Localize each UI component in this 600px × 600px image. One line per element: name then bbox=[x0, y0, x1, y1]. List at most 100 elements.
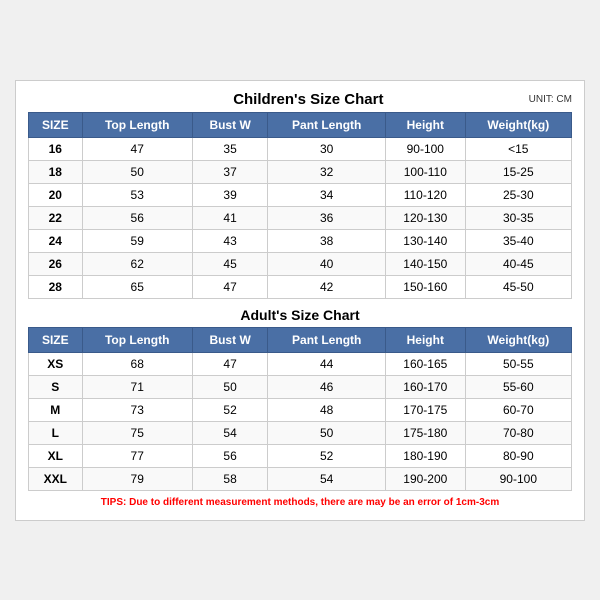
adult-col-size: SIZE bbox=[29, 327, 83, 352]
col-weight: Weight(kg) bbox=[465, 112, 571, 137]
table-cell: 54 bbox=[192, 421, 268, 444]
table-cell: 48 bbox=[268, 398, 386, 421]
table-cell: L bbox=[29, 421, 83, 444]
adult-col-top-length: Top Length bbox=[82, 327, 192, 352]
table-cell: XS bbox=[29, 352, 83, 375]
table-cell: 39 bbox=[192, 183, 268, 206]
col-pant-length: Pant Length bbox=[268, 112, 386, 137]
table-cell: 190-200 bbox=[385, 467, 465, 490]
table-cell: 170-175 bbox=[385, 398, 465, 421]
table-cell: 180-190 bbox=[385, 444, 465, 467]
table-row: 26624540140-15040-45 bbox=[29, 252, 572, 275]
table-cell: 34 bbox=[268, 183, 386, 206]
table-cell: 150-160 bbox=[385, 275, 465, 298]
table-cell: 45-50 bbox=[465, 275, 571, 298]
table-cell: 110-120 bbox=[385, 183, 465, 206]
adult-header-row: SIZE Top Length Bust W Pant Length Heigh… bbox=[29, 327, 572, 352]
table-row: XL775652180-19080-90 bbox=[29, 444, 572, 467]
table-cell: 80-90 bbox=[465, 444, 571, 467]
table-cell: 52 bbox=[192, 398, 268, 421]
table-cell: 50 bbox=[192, 375, 268, 398]
table-cell: 24 bbox=[29, 229, 83, 252]
unit-label: UNIT: CM bbox=[529, 94, 572, 105]
table-cell: 75 bbox=[82, 421, 192, 444]
table-cell: 60-70 bbox=[465, 398, 571, 421]
table-cell: 22 bbox=[29, 206, 83, 229]
main-title-row: Children's Size Chart UNIT: CM bbox=[28, 91, 572, 108]
table-cell: <15 bbox=[465, 137, 571, 160]
table-cell: 58 bbox=[192, 467, 268, 490]
table-cell: XL bbox=[29, 444, 83, 467]
table-cell: 90-100 bbox=[465, 467, 571, 490]
children-chart-title: Children's Size Chart bbox=[88, 91, 529, 108]
col-top-length: Top Length bbox=[82, 112, 192, 137]
table-cell: 45 bbox=[192, 252, 268, 275]
col-bust-w: Bust W bbox=[192, 112, 268, 137]
tips-text: TIPS: Due to different measurement metho… bbox=[29, 490, 572, 510]
table-cell: 36 bbox=[268, 206, 386, 229]
table-cell: 130-140 bbox=[385, 229, 465, 252]
table-cell: 37 bbox=[192, 160, 268, 183]
adult-chart-title: Adult's Size Chart bbox=[29, 298, 572, 327]
tips-row: TIPS: Due to different measurement metho… bbox=[29, 490, 572, 510]
adult-col-bust-w: Bust W bbox=[192, 327, 268, 352]
table-cell: 47 bbox=[192, 352, 268, 375]
table-cell: 35 bbox=[192, 137, 268, 160]
table-cell: 16 bbox=[29, 137, 83, 160]
table-cell: 30-35 bbox=[465, 206, 571, 229]
table-cell: 77 bbox=[82, 444, 192, 467]
table-cell: 53 bbox=[82, 183, 192, 206]
table-cell: 38 bbox=[268, 229, 386, 252]
table-cell: 73 bbox=[82, 398, 192, 421]
table-cell: 175-180 bbox=[385, 421, 465, 444]
table-row: 18503732100-11015-25 bbox=[29, 160, 572, 183]
table-cell: 20 bbox=[29, 183, 83, 206]
table-row: 28654742150-16045-50 bbox=[29, 275, 572, 298]
table-cell: 18 bbox=[29, 160, 83, 183]
table-cell: 35-40 bbox=[465, 229, 571, 252]
table-cell: 65 bbox=[82, 275, 192, 298]
table-cell: 68 bbox=[82, 352, 192, 375]
table-cell: S bbox=[29, 375, 83, 398]
table-cell: 120-130 bbox=[385, 206, 465, 229]
table-cell: 140-150 bbox=[385, 252, 465, 275]
table-cell: 50-55 bbox=[465, 352, 571, 375]
table-row: 22564136120-13030-35 bbox=[29, 206, 572, 229]
table-cell: 47 bbox=[82, 137, 192, 160]
children-size-table: SIZE Top Length Bust W Pant Length Heigh… bbox=[28, 112, 572, 510]
table-cell: 46 bbox=[268, 375, 386, 398]
table-cell: 55-60 bbox=[465, 375, 571, 398]
table-cell: 47 bbox=[192, 275, 268, 298]
col-size: SIZE bbox=[29, 112, 83, 137]
table-cell: 30 bbox=[268, 137, 386, 160]
table-row: 20533934110-12025-30 bbox=[29, 183, 572, 206]
table-cell: 32 bbox=[268, 160, 386, 183]
table-row: XXL795854190-20090-100 bbox=[29, 467, 572, 490]
table-cell: 52 bbox=[268, 444, 386, 467]
table-cell: 160-165 bbox=[385, 352, 465, 375]
table-cell: 25-30 bbox=[465, 183, 571, 206]
table-cell: 50 bbox=[268, 421, 386, 444]
table-cell: 71 bbox=[82, 375, 192, 398]
table-cell: 56 bbox=[82, 206, 192, 229]
table-cell: 160-170 bbox=[385, 375, 465, 398]
adult-col-weight: Weight(kg) bbox=[465, 327, 571, 352]
table-cell: 62 bbox=[82, 252, 192, 275]
table-header-row: SIZE Top Length Bust W Pant Length Heigh… bbox=[29, 112, 572, 137]
table-cell: 43 bbox=[192, 229, 268, 252]
table-cell: 40 bbox=[268, 252, 386, 275]
table-cell: 26 bbox=[29, 252, 83, 275]
table-row: 1647353090-100<15 bbox=[29, 137, 572, 160]
table-cell: 90-100 bbox=[385, 137, 465, 160]
table-row: XS684744160-16550-55 bbox=[29, 352, 572, 375]
table-cell: 56 bbox=[192, 444, 268, 467]
table-row: L755450175-18070-80 bbox=[29, 421, 572, 444]
adult-title-row: Adult's Size Chart bbox=[29, 298, 572, 327]
table-cell: 100-110 bbox=[385, 160, 465, 183]
table-row: S715046160-17055-60 bbox=[29, 375, 572, 398]
table-cell: XXL bbox=[29, 467, 83, 490]
table-cell: 40-45 bbox=[465, 252, 571, 275]
table-cell: 54 bbox=[268, 467, 386, 490]
adult-col-pant-length: Pant Length bbox=[268, 327, 386, 352]
col-height: Height bbox=[385, 112, 465, 137]
